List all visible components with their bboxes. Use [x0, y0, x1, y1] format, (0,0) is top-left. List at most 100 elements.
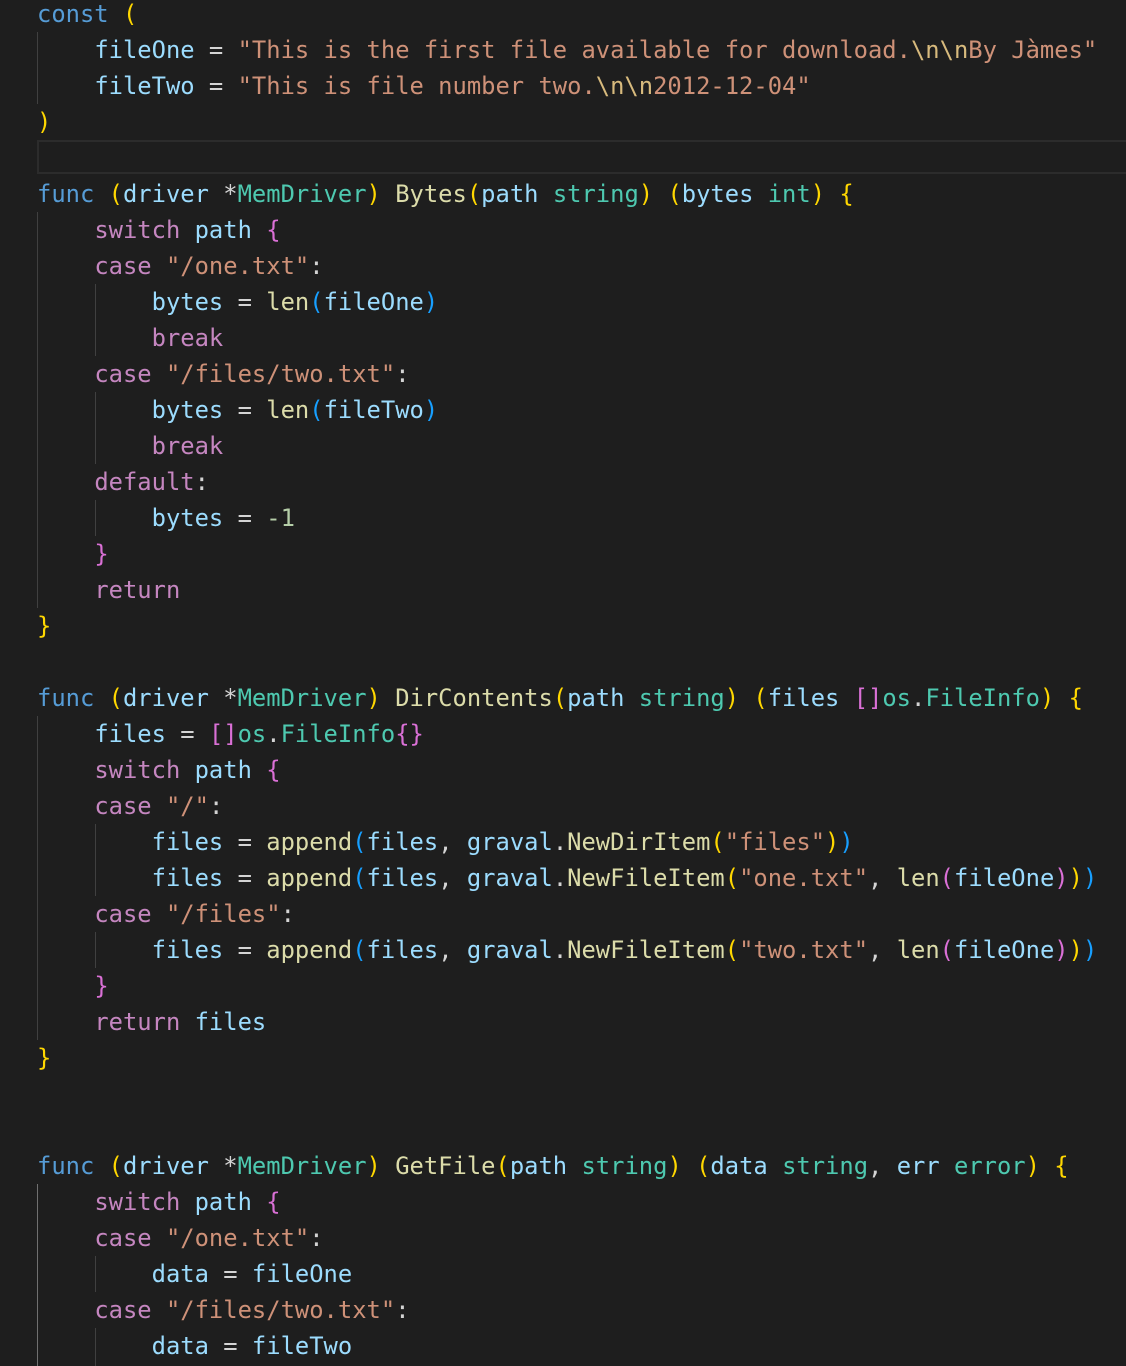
string-token: "This is file number two. — [237, 72, 596, 100]
code-line[interactable]: case "/files/two.txt": — [37, 356, 1097, 392]
punctuation-token — [37, 252, 94, 280]
punctuation-token: , — [438, 936, 467, 964]
punctuation-token — [152, 900, 166, 928]
code-line[interactable]: func (driver *MemDriver) DirContents(pat… — [37, 680, 1097, 716]
string-token: "one.txt" — [739, 864, 869, 892]
code-line[interactable]: break — [37, 428, 1097, 464]
identifier-token: files — [366, 828, 439, 856]
identifier-token: graval — [466, 828, 553, 856]
code-line[interactable]: files = append(files, graval.NewFileItem… — [37, 932, 1098, 968]
type-token: error — [954, 1152, 1026, 1180]
identifier-token: files — [194, 1008, 267, 1036]
bracket-token: ( — [309, 288, 324, 316]
punctuation-token: = — [208, 1332, 252, 1360]
code-line[interactable] — [37, 644, 1097, 680]
code-line[interactable]: fileOne = "This is the first file availa… — [37, 32, 1097, 68]
identifier-token: graval — [466, 936, 553, 964]
code-line[interactable]: case "/files": — [37, 896, 1097, 932]
punctuation-token — [180, 1008, 194, 1036]
code-line[interactable]: default: — [37, 464, 1097, 500]
punctuation-token: , — [868, 936, 897, 964]
number-token: -1 — [266, 504, 295, 532]
code-line[interactable]: ) — [37, 104, 1097, 140]
code-line[interactable]: case "/files/two.txt": — [37, 1292, 1097, 1328]
code-line[interactable]: func (driver *MemDriver) GetFile(path st… — [37, 1148, 1097, 1184]
code-line[interactable]: switch path { — [37, 1184, 1097, 1220]
bracket-token: { — [1054, 1152, 1069, 1180]
code-line[interactable]: return — [37, 572, 1097, 608]
code-line[interactable]: func (driver *MemDriver) Bytes(path stri… — [37, 176, 1097, 212]
identifier-token: fileOne — [94, 36, 195, 64]
identifier-token: fileTwo — [323, 396, 424, 424]
identifier-token: files — [151, 828, 224, 856]
bracket-token: ) — [366, 1152, 381, 1180]
identifier-token: fileOne — [954, 864, 1055, 892]
punctuation-token — [940, 1152, 954, 1180]
keyword-token: const — [37, 0, 109, 28]
code-line[interactable]: data = fileOne — [37, 1256, 1097, 1292]
keyword-token: func — [37, 1152, 95, 1180]
code-line[interactable]: return files — [37, 1004, 1097, 1040]
type-token: MemDriver — [237, 1152, 367, 1180]
punctuation-token — [37, 576, 94, 604]
code-line[interactable] — [37, 140, 1097, 176]
control-keyword-token: break — [151, 324, 224, 352]
punctuation-token — [37, 36, 94, 64]
code-line[interactable] — [37, 1112, 1097, 1148]
code-line[interactable]: files = append(files, graval.NewDirItem(… — [37, 824, 1097, 860]
bracket-token: ) — [366, 684, 381, 712]
bracket-token: ( — [352, 828, 367, 856]
type-token: FileInfo — [925, 684, 1040, 712]
bracket-token: { — [266, 216, 281, 244]
code-line[interactable]: bytes = -1 — [37, 500, 1097, 536]
identifier-token: files — [366, 936, 439, 964]
code-line[interactable]: case "/": — [37, 788, 1097, 824]
bracket-token: ( — [724, 864, 740, 892]
bracket-token: ) — [810, 180, 826, 208]
type-token: int — [767, 180, 811, 208]
code-line[interactable]: break — [37, 320, 1097, 356]
punctuation-token — [180, 756, 194, 784]
type-token: string — [782, 1152, 869, 1180]
control-keyword-token: case — [94, 792, 152, 820]
punctuation-token — [624, 684, 638, 712]
code-text[interactable]: const ( fileOne = "This is the first fil… — [37, 0, 1097, 1364]
punctuation-token — [37, 288, 152, 316]
identifier-token: bytes — [151, 288, 224, 316]
bracket-token: ( — [724, 936, 740, 964]
code-line[interactable]: files = append(files, graval.NewFileItem… — [37, 860, 1098, 896]
type-token: os — [237, 720, 267, 748]
bracket-token: {} — [395, 720, 424, 748]
bracket-token: ) — [1068, 864, 1083, 892]
code-editor[interactable]: const ( fileOne = "This is the first fil… — [0, 0, 1126, 1366]
bracket-token: ) — [724, 684, 740, 712]
string-token: 2012-12-04" — [653, 72, 811, 100]
code-line[interactable]: } — [37, 1040, 1097, 1076]
code-line[interactable]: bytes = len(fileTwo) — [37, 392, 1097, 428]
punctuation-token: : — [395, 1296, 410, 1324]
punctuation-token — [37, 432, 152, 460]
code-line[interactable] — [37, 1076, 1097, 1112]
code-line[interactable]: const ( — [37, 0, 1097, 32]
code-line[interactable]: switch path { — [37, 212, 1097, 248]
identifier-token: bytes — [151, 396, 224, 424]
code-line[interactable]: } — [37, 608, 1097, 644]
function-token: append — [266, 936, 353, 964]
bracket-token: ) — [1054, 864, 1069, 892]
code-line[interactable]: fileTwo = "This is file number two.\n\n2… — [37, 68, 1097, 104]
control-keyword-token: case — [94, 900, 152, 928]
code-line[interactable]: data = fileTwo — [37, 1328, 1097, 1364]
punctuation-token — [1040, 1152, 1054, 1180]
bracket-token: { — [266, 756, 281, 784]
code-line[interactable]: } — [37, 536, 1097, 572]
function-token: NewDirItem — [567, 828, 711, 856]
code-line[interactable]: bytes = len(fileOne) — [37, 284, 1097, 320]
bracket-token: } — [37, 612, 52, 640]
code-line[interactable]: files = []os.FileInfo{} — [37, 716, 1097, 752]
code-line[interactable]: } — [37, 968, 1097, 1004]
code-line[interactable]: case "/one.txt": — [37, 1220, 1097, 1256]
code-line[interactable]: switch path { — [37, 752, 1097, 788]
bracket-token: [] — [208, 720, 238, 748]
code-line[interactable]: case "/one.txt": — [37, 248, 1097, 284]
string-token: "/one.txt" — [165, 1224, 310, 1252]
